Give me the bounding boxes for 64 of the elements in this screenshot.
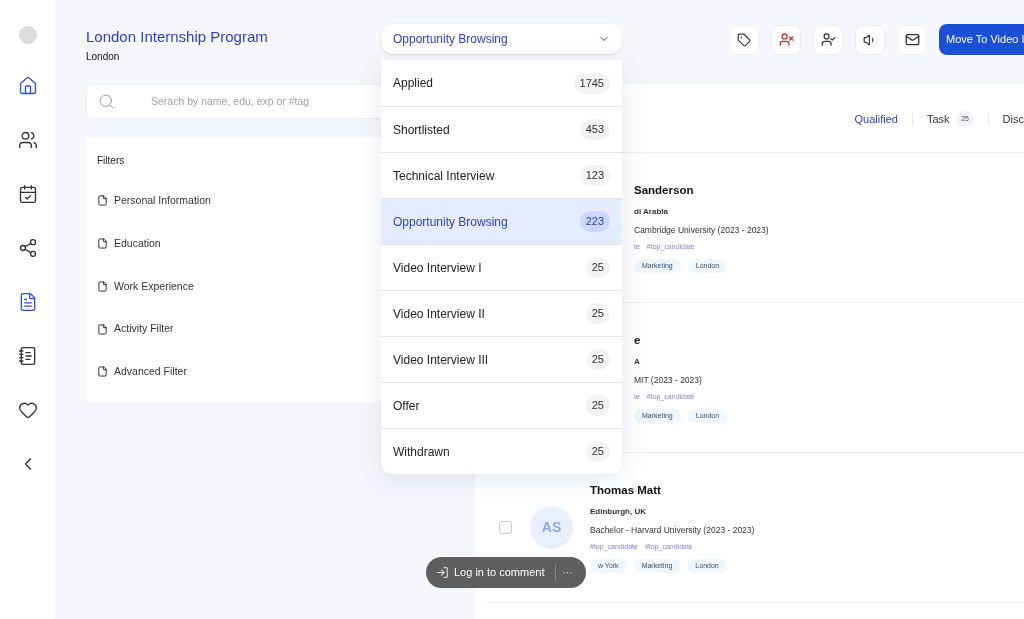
count-badge: 25 (585, 349, 610, 370)
stage-option[interactable]: Video Interview I 25 (381, 244, 622, 290)
file-icon (97, 323, 108, 335)
voice-button[interactable] (855, 24, 885, 55)
toast-label[interactable]: Log in to comment (454, 564, 545, 581)
share-icon[interactable] (17, 238, 38, 258)
more-button[interactable]: ··· (562, 565, 573, 580)
tag-icon (737, 32, 751, 47)
home-icon[interactable] (17, 76, 38, 96)
filter-item[interactable]: Personal Information (114, 193, 211, 209)
comment-toast[interactable]: Log in to comment ··· (426, 557, 586, 588)
approve-user-button[interactable] (813, 24, 843, 55)
users-icon[interactable] (17, 130, 38, 150)
heart-icon[interactable] (17, 400, 38, 420)
candidate-education: Bachelor - Harvard University (2023 - 2023) (590, 524, 755, 537)
candidate-education: MIT (2023 - 2023) (634, 374, 703, 387)
program-title: London Internship Program (86, 27, 268, 47)
filter-item[interactable]: Education (114, 235, 161, 252)
count-badge: 25 (585, 257, 610, 278)
mail-icon (904, 32, 920, 47)
filter-item[interactable]: Advanced Filter (114, 364, 187, 380)
search-icon (98, 93, 115, 110)
filter-item[interactable]: Activity Filter (114, 321, 174, 337)
login-icon (436, 566, 449, 579)
file-icon (97, 195, 108, 207)
candidate-name: Sanderson (634, 183, 695, 198)
move-button[interactable]: Move To Video I (939, 24, 1024, 55)
count-badge: 123 (579, 165, 610, 186)
tab[interactable]: Disc (1002, 110, 1024, 128)
mail-button[interactable] (897, 24, 927, 55)
user-remove-icon (778, 32, 794, 47)
file-icon (97, 280, 108, 292)
stage-option[interactable]: Shortlisted 453 (381, 106, 622, 152)
filter-item[interactable]: Work Experience (114, 278, 194, 295)
candidate-education: Cambridge University (2023 - 2023) (634, 224, 769, 237)
filters-title: Filters (97, 154, 126, 168)
candidate-location: Edinburgh, UK (590, 506, 647, 519)
tag-button[interactable] (729, 24, 759, 55)
program-location: London (86, 49, 121, 64)
stage-option[interactable]: Withdrawn 25 (381, 428, 622, 474)
tab[interactable]: Qualified (854, 110, 898, 128)
reject-user-button[interactable] (771, 24, 801, 55)
candidate-name: e (634, 333, 642, 348)
file-icon (97, 238, 108, 250)
stage-option[interactable]: Video Interview III 25 (381, 336, 622, 382)
stage-option[interactable]: Opportunity Browsing 223 (381, 198, 622, 244)
stage-option[interactable]: Offer 25 (381, 382, 622, 428)
count-badge: 223 (579, 211, 610, 232)
count-badge: 25 (585, 395, 610, 416)
file-icon (97, 366, 108, 378)
count-badge: 453 (579, 119, 610, 140)
user-check-icon (820, 32, 836, 47)
notebook-icon[interactable] (17, 346, 38, 366)
avatar: AS (530, 506, 573, 549)
checkbox[interactable] (499, 521, 512, 534)
calendar-icon[interactable] (17, 184, 38, 204)
stage-dropdown[interactable]: Opportunity Browsing (381, 24, 622, 54)
count-badge: 25 (585, 441, 610, 462)
candidate-location: A (634, 356, 641, 369)
candidate-name: Thomas Matt (590, 483, 662, 498)
stage-option[interactable]: Video Interview II 25 (381, 290, 622, 336)
candidate-location: di Arabia (634, 206, 669, 219)
count-badge: 1745 (573, 72, 610, 94)
count-badge: 25 (585, 303, 610, 324)
